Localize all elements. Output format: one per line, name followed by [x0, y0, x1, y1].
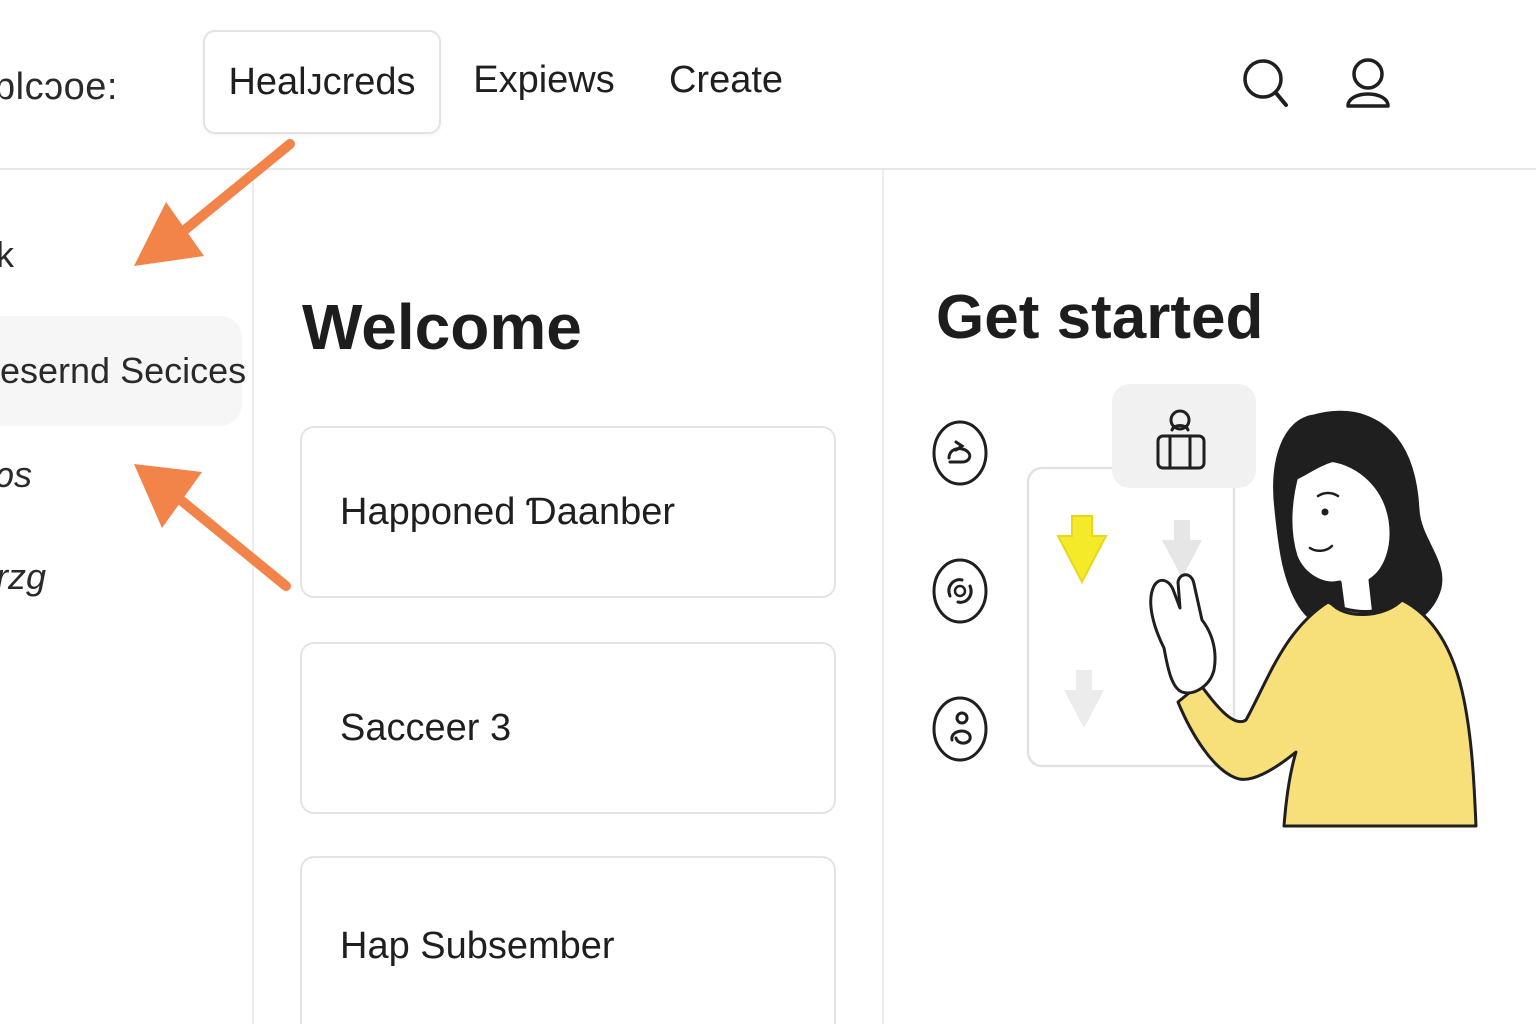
tab-healcreds[interactable]: Healᴊcreds: [203, 30, 441, 134]
sidebar-item-4[interactable]: rzg: [0, 556, 46, 598]
refresh-icon[interactable]: [932, 420, 988, 486]
user-icon[interactable]: [1342, 56, 1394, 110]
card-sacceer-3[interactable]: Sacceer 3: [300, 642, 836, 814]
onboarding-illustration: [1026, 384, 1478, 828]
sidebar-item-1[interactable]: k: [0, 234, 14, 276]
search-icon[interactable]: [1240, 56, 1292, 110]
person-icon[interactable]: [932, 696, 988, 762]
sidebar: k esernd Secices ɔs rzg: [0, 170, 254, 1024]
app-window: plcɔoe: Healᴊcreds Expiews Create k eser…: [0, 0, 1536, 1024]
sidebar-item-3[interactable]: ɔs: [0, 454, 32, 496]
page-title: Welcome: [302, 291, 582, 363]
get-started-panel: Get started: [884, 170, 1536, 1024]
cycle-icon[interactable]: [932, 558, 988, 624]
tab-expiews[interactable]: Expiews: [466, 30, 622, 130]
top-header: plcɔoe: Healᴊcreds Expiews Create: [0, 0, 1536, 170]
tab-create[interactable]: Create: [656, 30, 796, 130]
card-hapроned-daanber[interactable]: Hapроned Ɗaanber: [300, 426, 836, 598]
sidebar-item-esernd-secices[interactable]: esernd Secices: [0, 316, 246, 426]
main-content: Welcome Hapроned Ɗaanber Sacceer 3 Hap S…: [254, 170, 884, 1024]
card-hap-subsember[interactable]: Hap Subsember: [300, 856, 836, 1024]
get-started-title: Get started: [936, 283, 1264, 352]
brand-logo-text: plcɔoe:: [0, 66, 118, 108]
